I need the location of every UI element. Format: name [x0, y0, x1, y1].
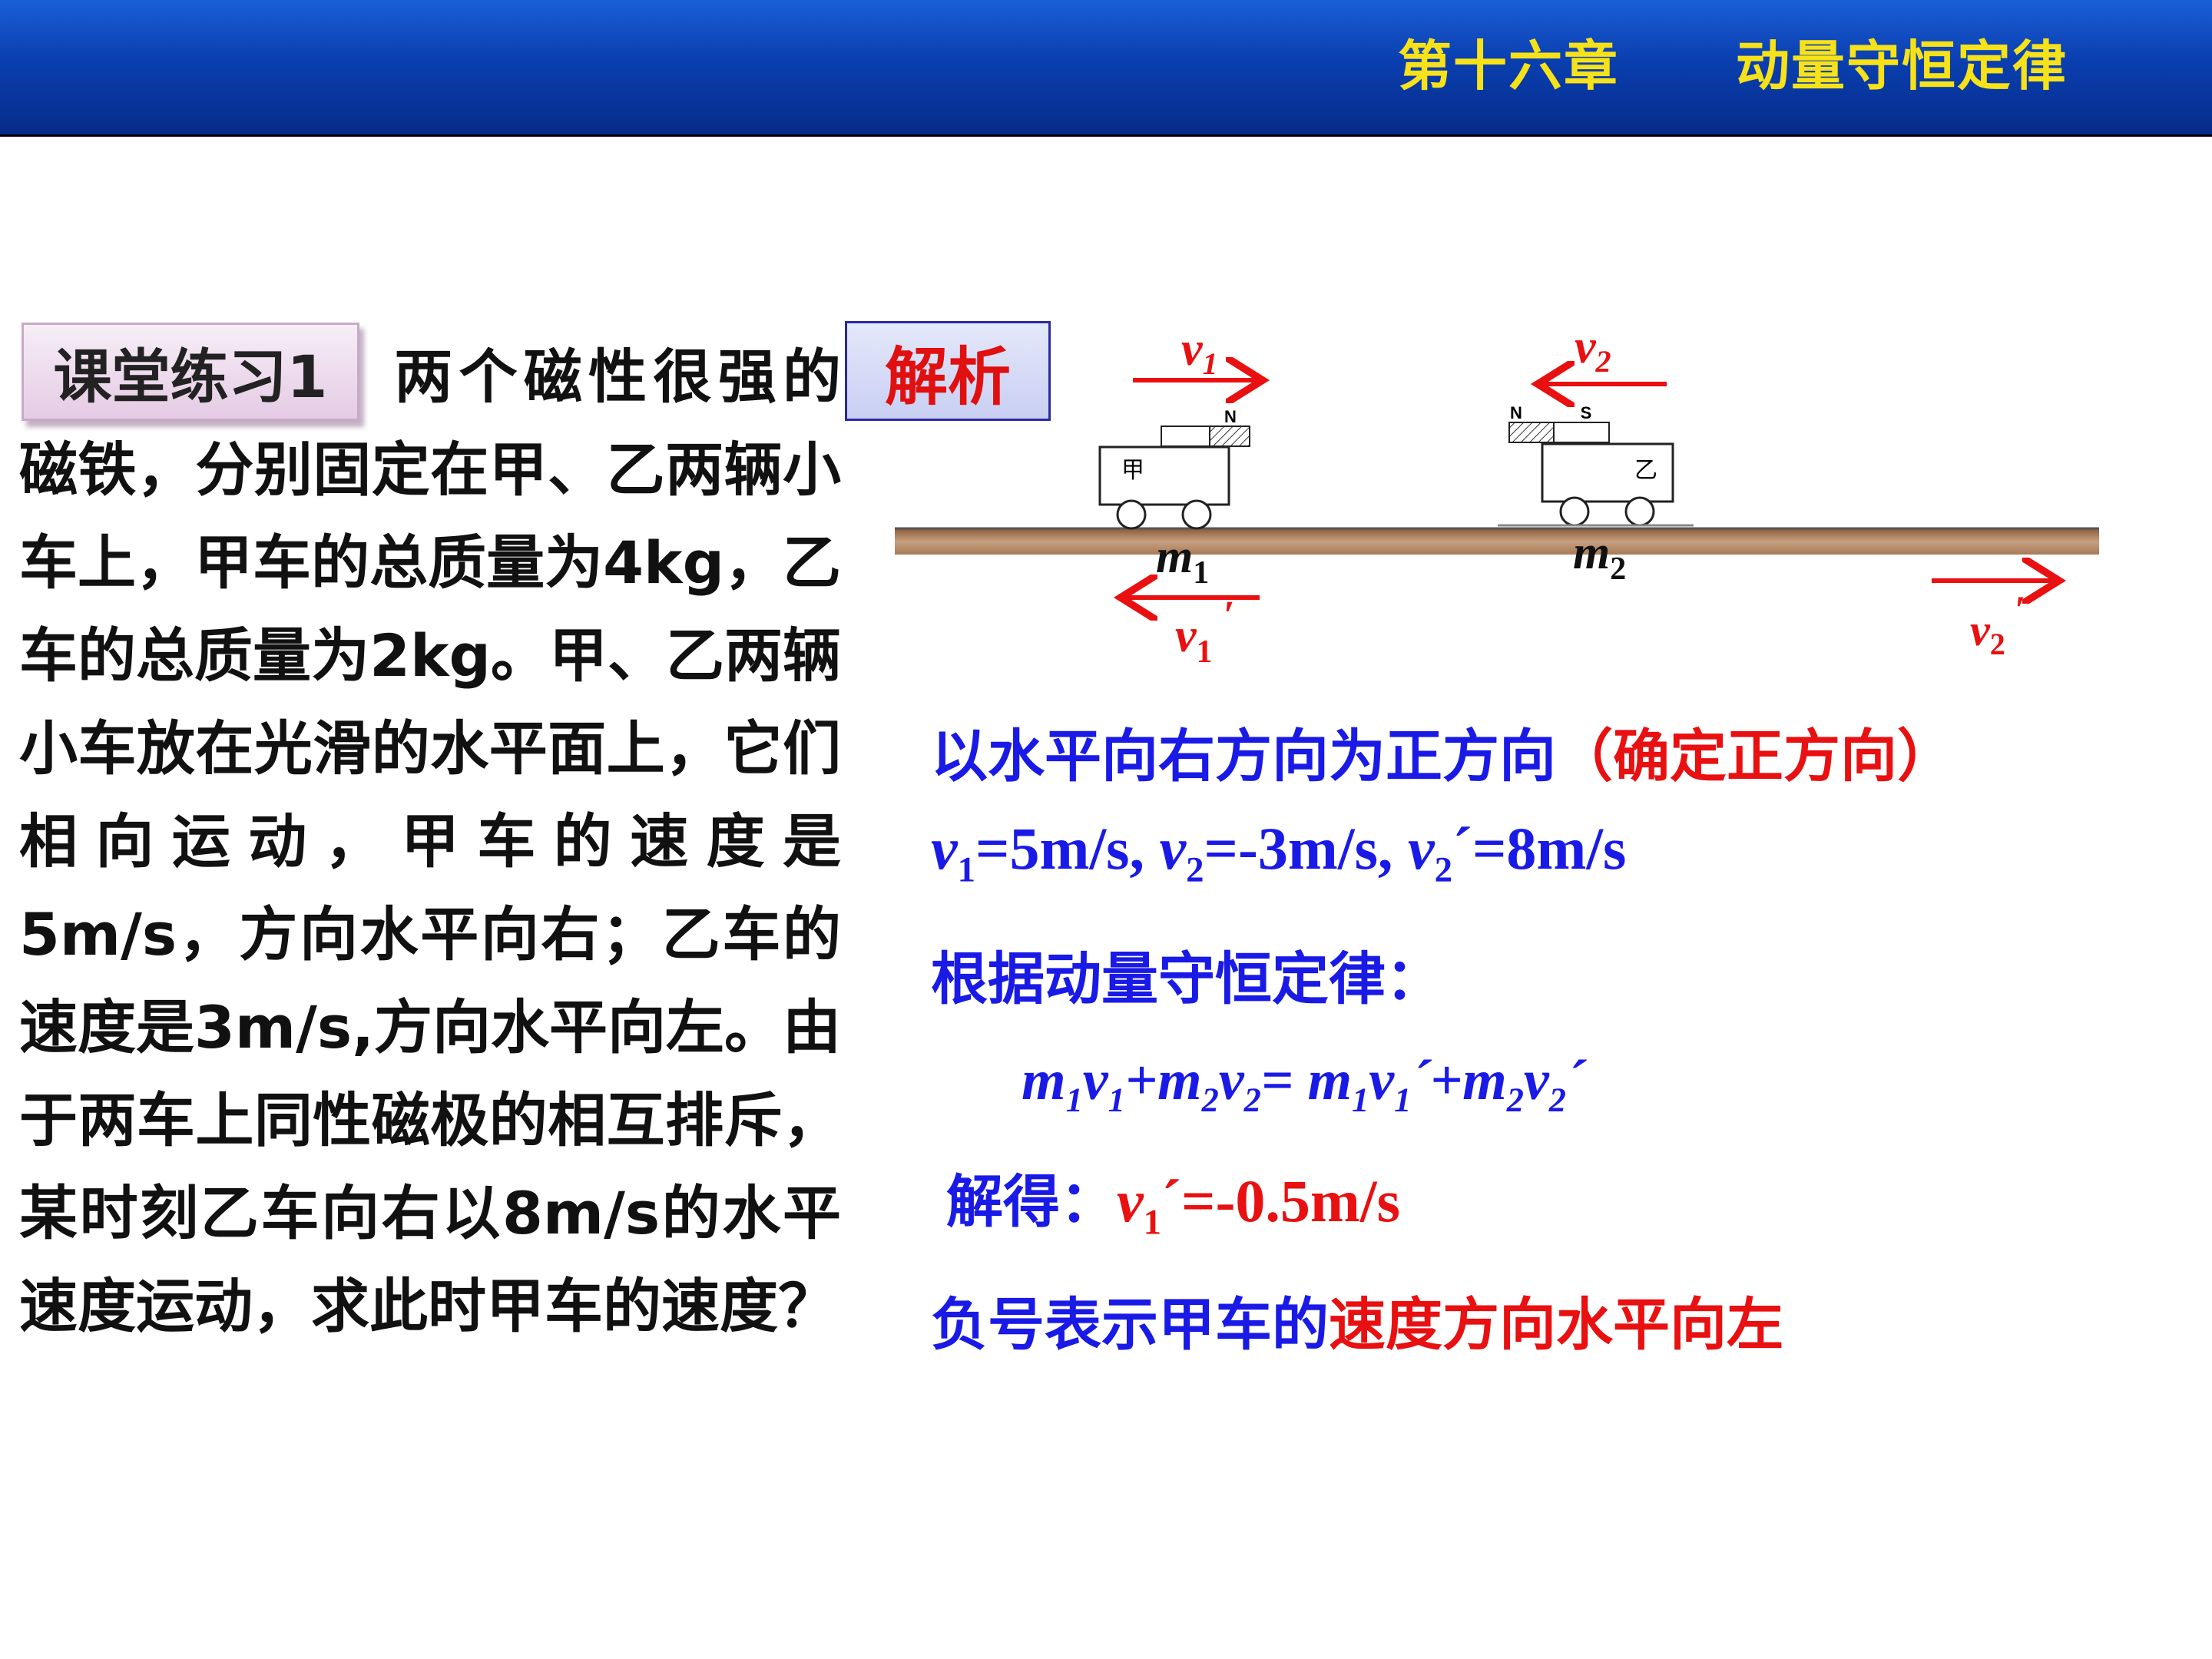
positive-direction-note: （确定正方向）	[1556, 724, 1954, 790]
ground-surface	[895, 528, 2099, 555]
car-1-body	[1098, 445, 1230, 506]
problem-text: 两个磁性很强的磁铁，分别固定在甲、乙两辆小车上，甲车的总质量为4kg，乙车的总质…	[19, 330, 841, 1353]
positive-direction-line: 以水平向右方向为正方向（确定正方向）	[931, 710, 1954, 793]
result-value: v1´=-0.5m/s	[1117, 1167, 1400, 1243]
magnet-2-s-label: S	[1581, 403, 1592, 422]
exercise-tag: 课堂练习1	[22, 323, 359, 421]
car-2-wheel-right	[1624, 496, 1655, 527]
car-2-wheel-left	[1559, 496, 1590, 527]
magnet-2-n-label: N	[1510, 403, 1522, 422]
car-jia: N 甲	[1098, 407, 1250, 530]
conclusion-red: 速度方向水平向左	[1329, 1292, 1783, 1358]
car-1-wheel-right	[1181, 499, 1212, 530]
conclusion-line: 负号表示甲车的速度方向水平向左	[931, 1279, 1783, 1361]
chapter-title: 第十六章	[1398, 35, 1619, 98]
collision-diagram: N 甲 N S 乙 v1 v2 m1 m2 v1′ v2′	[895, 321, 2099, 670]
v1-label: v1	[1181, 323, 1218, 381]
magnet-1-n-label: N	[1224, 407, 1237, 426]
v1-after-label: v1′	[1175, 594, 1234, 670]
car-2-label: 乙	[1634, 457, 1657, 484]
result-line: 解得：v1´=-0.5m/s	[946, 1156, 1400, 1243]
magnet-2-pole-n	[1508, 422, 1555, 443]
car-1-wheel-left	[1116, 499, 1147, 530]
given-values-line: v1=5m/s, v2=-3m/s, v2´=8m/s	[931, 815, 1627, 890]
car-yi: N S 乙	[1498, 403, 1694, 527]
car-1-label: 甲	[1121, 457, 1144, 484]
result-label: 解得：	[946, 1169, 1117, 1235]
conclusion-blue: 负号表示甲车的	[931, 1292, 1329, 1358]
magnet-1-pole-n	[1209, 426, 1250, 447]
header-bar: 第十六章 动量守恒定律	[0, 0, 2212, 137]
positive-direction-text: 以水平向右方向为正方向	[931, 724, 1556, 790]
v2-after-label: v2′	[1970, 588, 2025, 661]
chapter-topic: 动量守恒定律	[1736, 35, 2068, 98]
conservation-law-line: 根据动量守恒定律：	[931, 946, 1442, 1012]
problem-body: 两个磁性很强的磁铁，分别固定在甲、乙两辆小车上，甲车的总质量为4kg，乙车的总质…	[19, 343, 841, 1340]
v2-label: v2	[1575, 321, 1611, 379]
momentum-equation: m1v1+m2v2= m1v1´+m2v2´	[1022, 1049, 1585, 1119]
